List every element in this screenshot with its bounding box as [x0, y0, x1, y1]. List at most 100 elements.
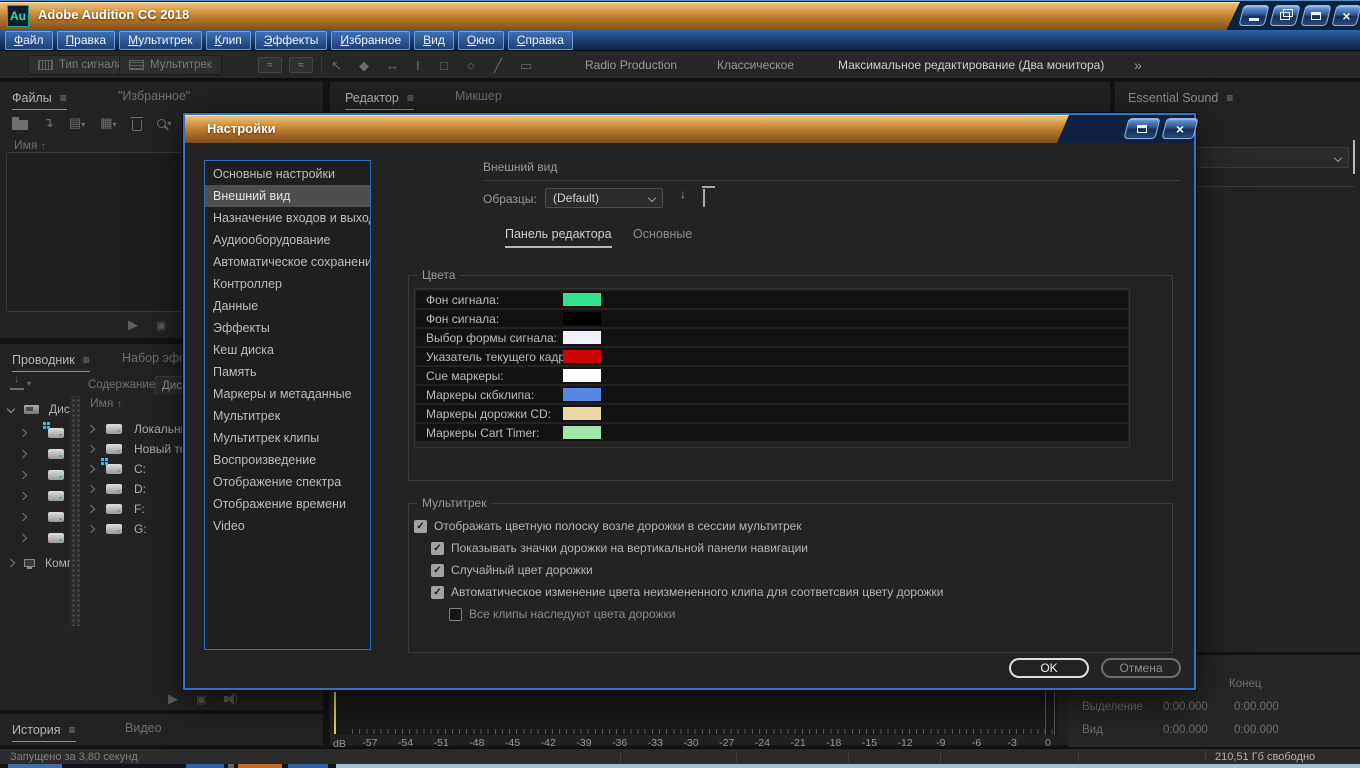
color-setting-row[interactable]: Cue маркеры:: [416, 367, 1128, 384]
tab-video[interactable]: Видео: [125, 721, 162, 735]
move-tool-icon[interactable]: ↖: [331, 51, 342, 80]
category-data[interactable]: Данные: [205, 295, 370, 317]
tree-row-disk[interactable]: Диск: [8, 400, 75, 418]
chevron-right-icon[interactable]: [19, 534, 27, 542]
list-item[interactable]: Локальный: [88, 420, 196, 438]
selection-end-value[interactable]: 0:00.000: [1234, 701, 1279, 713]
panel-menu-icon[interactable]: ≡: [1226, 91, 1233, 105]
trash-icon[interactable]: [132, 120, 142, 131]
category-audio-channel-mapping[interactable]: Назначение входов и выходов: [205, 207, 370, 229]
menu-file[interactable]: Файл: [5, 31, 53, 50]
checkbox-row[interactable]: ✓ Случайный цвет дорожки: [431, 563, 593, 577]
category-appearance[interactable]: Внешний вид: [205, 185, 370, 207]
chevron-right-icon[interactable]: [87, 425, 95, 433]
category-effects[interactable]: Эффекты: [205, 317, 370, 339]
color-setting-row[interactable]: Фон сигнала:: [416, 291, 1128, 308]
new-content-icon[interactable]: ▤▾: [69, 114, 85, 132]
chevron-right-icon[interactable]: [87, 485, 95, 493]
list-item[interactable]: G:: [88, 520, 147, 538]
menu-help[interactable]: Справка: [508, 31, 573, 50]
scrollbar-thumb[interactable]: [1353, 140, 1355, 174]
paintbrush-tool-icon[interactable]: ╱: [494, 51, 502, 80]
waveform-display-button[interactable]: ≈: [258, 57, 282, 73]
tree-row-drive[interactable]: [20, 508, 64, 526]
category-audio-hardware[interactable]: Аудиооборудование: [205, 229, 370, 251]
menu-multitrack[interactable]: Мультитрек: [119, 31, 202, 50]
category-time-display[interactable]: Отображение времени: [205, 493, 370, 515]
titlebar[interactable]: Au Adobe Audition CC 2018 ×: [0, 0, 1360, 30]
category-playback[interactable]: Воспроизведение: [205, 449, 370, 471]
color-swatch[interactable]: [563, 426, 601, 439]
tab-explorer[interactable]: Проводник ≡: [12, 351, 90, 372]
chevron-right-icon[interactable]: [19, 471, 27, 479]
checkbox-row[interactable]: ✓ Отображать цветную полоску возле дорож…: [414, 519, 802, 533]
chevron-right-icon[interactable]: [87, 465, 95, 473]
loop-preview-icon[interactable]: ▣: [196, 693, 206, 706]
tab-mixer[interactable]: Микшер: [455, 89, 502, 103]
view-start-value[interactable]: 0:00.000: [1163, 724, 1208, 736]
color-setting-row[interactable]: Выбор формы сигнала:: [416, 329, 1128, 346]
delete-preset-icon[interactable]: [703, 189, 705, 207]
tree-row-drive[interactable]: [20, 487, 64, 505]
chevron-right-icon[interactable]: [7, 559, 15, 567]
chevron-right-icon[interactable]: [87, 505, 95, 513]
tree-row-drive[interactable]: [20, 424, 64, 442]
chevron-right-icon[interactable]: [19, 429, 27, 437]
tree-row-drive[interactable]: [20, 466, 64, 484]
dialog-close-button[interactable]: ×: [1161, 118, 1198, 139]
slip-tool-icon[interactable]: ↔: [386, 51, 399, 80]
checkbox-icon[interactable]: ✓: [414, 520, 427, 533]
menu-effects[interactable]: Эффекты: [255, 31, 328, 50]
spectral-display-button[interactable]: ≈: [289, 57, 313, 73]
import-file-icon[interactable]: ↴: [43, 114, 54, 132]
panel-menu-icon[interactable]: ≡: [60, 91, 67, 105]
tab-files[interactable]: Файлы ≡: [12, 89, 67, 110]
color-setting-row[interactable]: Маркеры Cart Timer:: [416, 424, 1128, 441]
chevron-right-icon[interactable]: [19, 513, 27, 521]
pane-splitter[interactable]: [70, 396, 80, 626]
workspace-classic[interactable]: Классическое: [717, 51, 794, 80]
category-multitrack[interactable]: Мультитрек: [205, 405, 370, 427]
tab-editor-panel[interactable]: Панель редактора: [505, 227, 612, 248]
razor-tool-icon[interactable]: ◆: [359, 51, 369, 80]
color-setting-row[interactable]: Маркеры дорожки CD:: [416, 405, 1128, 422]
chevron-right-icon[interactable]: [87, 525, 95, 533]
category-spectral-display[interactable]: Отображение спектра: [205, 471, 370, 493]
chevron-right-icon[interactable]: [87, 445, 95, 453]
loop-preview-icon[interactable]: ▣: [156, 319, 166, 332]
category-general[interactable]: Основные настройки: [205, 163, 370, 185]
waveform-view-button[interactable]: Тип сигнала: [28, 55, 134, 75]
chevron-down-icon[interactable]: [7, 405, 15, 413]
tree-row-drive[interactable]: [20, 445, 64, 463]
view-end-value[interactable]: 0:00.000: [1234, 724, 1279, 736]
checkbox-icon[interactable]: [449, 608, 462, 621]
tab-favorites[interactable]: "Избранное": [118, 89, 190, 103]
import-dropdown-icon[interactable]: ▾: [10, 376, 31, 390]
dialog-rollup-button[interactable]: [1123, 118, 1160, 139]
multitrack-view-button[interactable]: Мультитрек: [119, 55, 222, 75]
time-selection-tool-icon[interactable]: I: [416, 51, 420, 80]
restore-button[interactable]: [1269, 5, 1300, 26]
ok-button[interactable]: OK: [1009, 658, 1089, 678]
chevron-right-icon[interactable]: [19, 450, 27, 458]
list-item[interactable]: Новый том: [88, 440, 195, 458]
rollup-button[interactable]: [1300, 5, 1331, 26]
minimize-button[interactable]: [1238, 5, 1269, 26]
menu-view[interactable]: Вид: [414, 31, 454, 50]
chevron-right-icon[interactable]: [19, 492, 27, 500]
list-name-header[interactable]: Имя ↑: [90, 396, 122, 410]
checkbox-row[interactable]: ✓ Автоматическое изменение цвета неизмен…: [431, 585, 943, 599]
color-swatch[interactable]: [563, 293, 601, 306]
dialog-titlebar[interactable]: Настройки ×: [185, 115, 1194, 143]
play-preview-icon[interactable]: ▶: [128, 317, 138, 333]
panel-menu-icon[interactable]: ≡: [407, 91, 414, 105]
selection-start-value[interactable]: 0:00.000: [1163, 701, 1208, 713]
category-multitrack-clips[interactable]: Мультитрек клипы: [205, 427, 370, 449]
color-swatch[interactable]: [563, 331, 601, 344]
category-markers-metadata[interactable]: Маркеры и метаданные: [205, 383, 370, 405]
checkbox-row[interactable]: ✓ Показывать значки дорожки на вертикаль…: [431, 541, 808, 555]
tab-editor[interactable]: Редактор ≡: [345, 89, 414, 110]
checkbox-icon[interactable]: ✓: [431, 586, 444, 599]
color-setting-row[interactable]: Фон сигнала:: [416, 310, 1128, 327]
samples-dropdown[interactable]: (Default): [545, 188, 663, 208]
